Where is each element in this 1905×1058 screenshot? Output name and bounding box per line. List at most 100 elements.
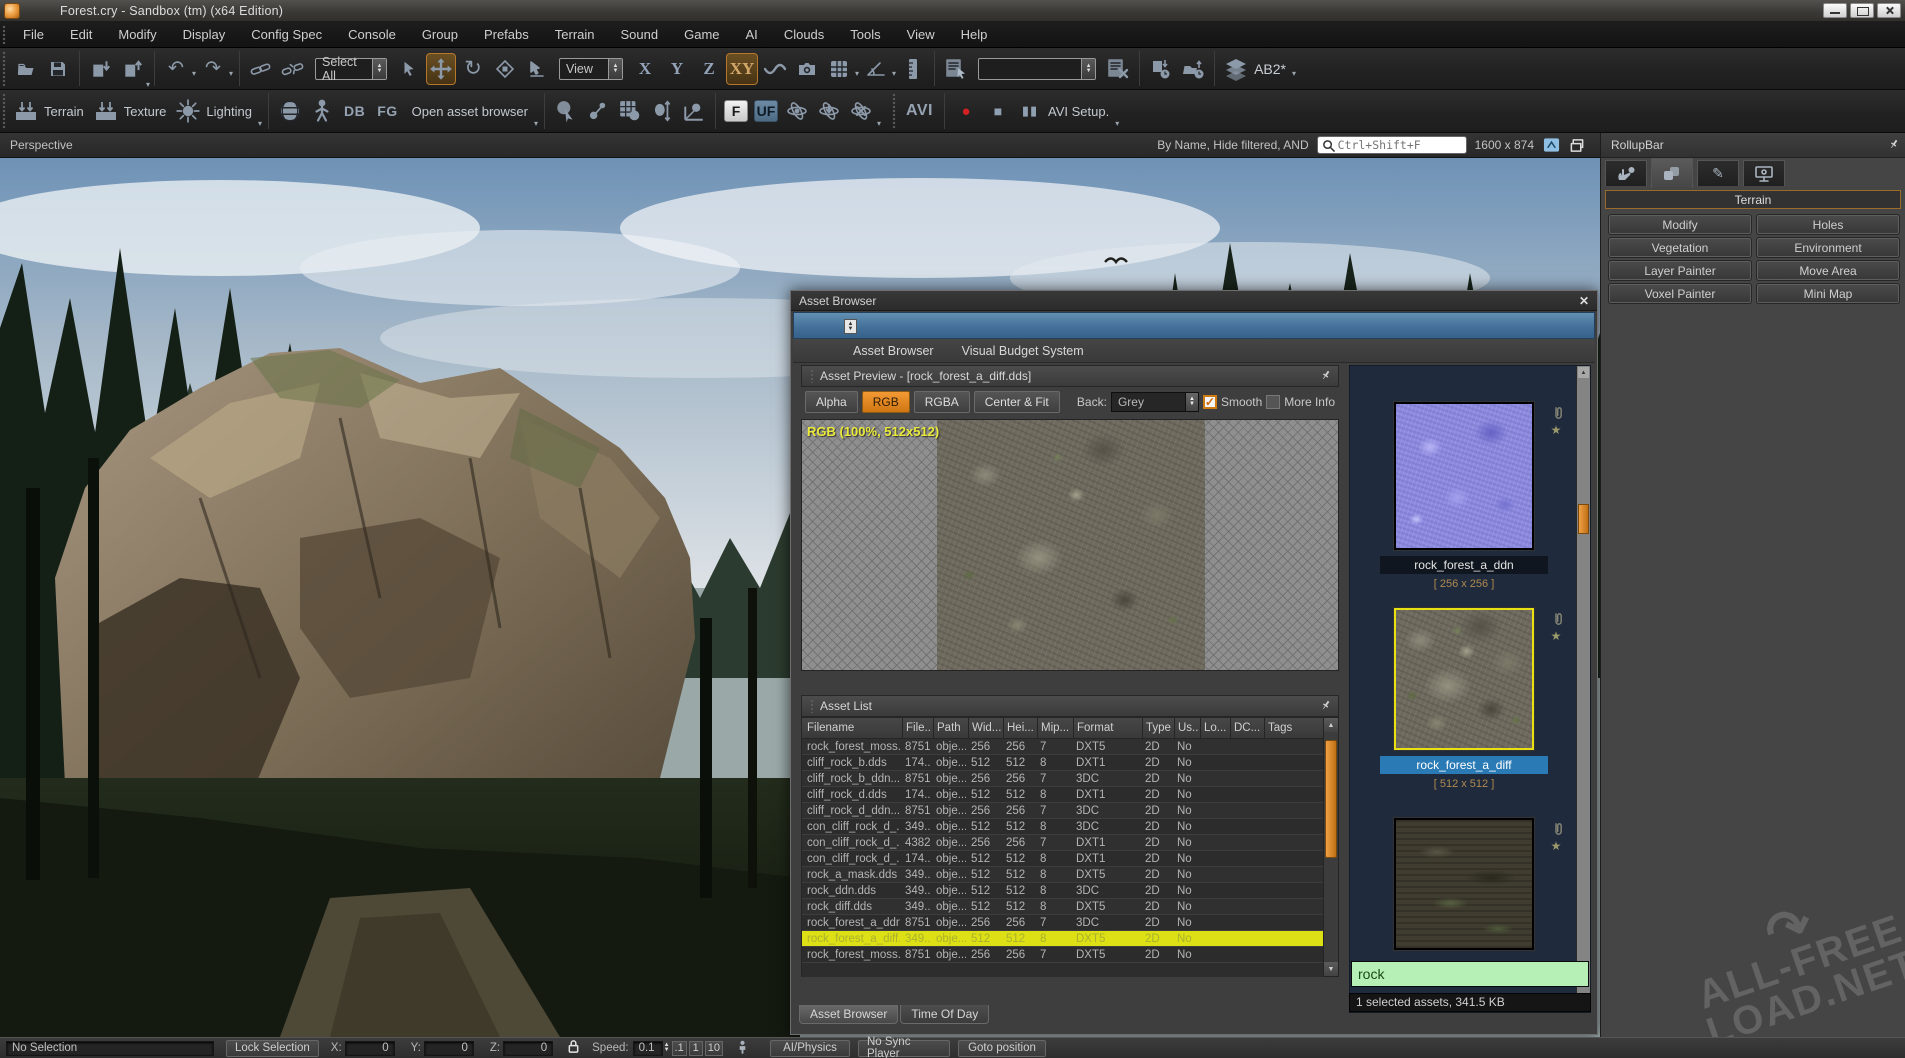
dropdown-caret[interactable]: ▾ xyxy=(1115,119,1119,128)
character-icon[interactable] xyxy=(307,95,337,127)
spinner-icon[interactable]: ▲▼ xyxy=(372,59,386,79)
menu-item[interactable]: Game xyxy=(671,22,732,48)
object-height-icon[interactable] xyxy=(647,95,677,127)
column-width[interactable]: Wid... xyxy=(968,718,1001,738)
favorite-star-icon[interactable]: ★ xyxy=(1551,629,1562,643)
terrain-import-label[interactable]: Terrain xyxy=(44,104,84,119)
alpha-button[interactable]: Alpha xyxy=(805,391,858,413)
save-icon[interactable] xyxy=(43,53,73,85)
flowgraph-button[interactable]: FG xyxy=(377,103,397,119)
rotate-tool-icon[interactable]: ↻ xyxy=(458,53,488,85)
active-layer-label[interactable]: AB2* xyxy=(1254,61,1286,77)
speed-spinner[interactable]: ▲▼ xyxy=(664,1043,670,1053)
import-texture-icon[interactable] xyxy=(91,95,121,127)
quick-save-icon[interactable] xyxy=(1146,53,1176,85)
column-type[interactable]: Type xyxy=(1142,718,1172,738)
scroll-up-icon[interactable]: ▲ xyxy=(1324,718,1338,732)
rgba-button[interactable]: RGBA xyxy=(914,391,970,413)
rollup-button[interactable]: Layer Painter xyxy=(1609,261,1751,280)
dock-tab-time-of-day[interactable]: Time Of Day xyxy=(900,1005,989,1024)
menu-item[interactable]: Sound xyxy=(608,22,672,48)
speed-preset-button[interactable]: .1 xyxy=(672,1041,687,1056)
column-tags[interactable]: Tags xyxy=(1264,718,1320,738)
link-icon[interactable] xyxy=(246,53,276,85)
follow-terrain-icon[interactable] xyxy=(760,53,790,85)
column-dc[interactable]: DC... xyxy=(1230,718,1262,738)
texture-import-label[interactable]: Texture xyxy=(124,104,167,119)
thumbnail-label[interactable]: rock_forest_a_diff xyxy=(1380,756,1548,774)
menu-item[interactable]: Help xyxy=(948,22,1001,48)
object-angle-icon[interactable] xyxy=(679,95,709,127)
tab-display-icon[interactable] xyxy=(1743,160,1785,186)
collapse-toggle-icon[interactable]: ▲▼ xyxy=(844,319,857,334)
thumbnail-label[interactable]: rock_forest_a_ddn xyxy=(1380,556,1548,574)
scrollbar-thumb[interactable] xyxy=(1325,740,1337,858)
dropdown-caret[interactable]: ▾ xyxy=(229,69,233,78)
snap-grid-icon[interactable] xyxy=(824,53,854,85)
snap-angle-icon[interactable] xyxy=(861,53,891,85)
layers-icon[interactable] xyxy=(1221,53,1251,85)
drag-handle[interactable] xyxy=(2,25,6,44)
asset-list-row[interactable]: rock_forest_moss... 87512 obje... 256 25… xyxy=(802,947,1323,963)
named-selection-dropdown[interactable]: ▲▼ xyxy=(978,58,1096,80)
filter-mode-label[interactable]: By Name, Hide filtered, AND xyxy=(1157,138,1308,152)
import-file-icon[interactable] xyxy=(86,53,116,85)
menu-item[interactable]: Tools xyxy=(837,22,893,48)
asset-list-row[interactable]: rock_ddn.dds 349... obje... 512 512 8 3D… xyxy=(802,883,1323,899)
menu-item[interactable]: File xyxy=(10,22,57,48)
tab-terrain-icon[interactable] xyxy=(1651,158,1693,188)
dropdown-caret[interactable]: ▾ xyxy=(192,69,196,78)
ruler-icon[interactable] xyxy=(898,53,928,85)
tab-asset-browser[interactable]: Asset Browser xyxy=(839,344,948,358)
terrain-section-header[interactable]: Terrain xyxy=(1605,190,1901,209)
rollup-button[interactable]: Voxel Painter xyxy=(1609,284,1751,303)
pin-icon[interactable] xyxy=(1320,698,1332,715)
asset-list-row[interactable]: con_cliff_rock_d_... 43824 obje... 256 2… xyxy=(802,835,1323,851)
rollup-button[interactable]: Mini Map xyxy=(1757,284,1899,303)
z-coordinate-field[interactable]: 0 xyxy=(503,1041,553,1056)
close-icon[interactable]: ✕ xyxy=(1579,294,1589,308)
dropdown-caret[interactable]: ▾ xyxy=(892,69,896,78)
thumbnail-rock-forest-a-ddn[interactable] xyxy=(1394,402,1534,550)
rollup-button[interactable]: Modify xyxy=(1609,215,1751,234)
rollupbar-header[interactable]: RollupBar xyxy=(1601,133,1905,158)
environment-globe-icon[interactable] xyxy=(275,95,305,127)
drag-handle[interactable] xyxy=(2,93,6,129)
column-mips[interactable]: Mip... xyxy=(1037,718,1071,738)
column-format[interactable]: Format xyxy=(1073,718,1140,738)
maximize-button[interactable] xyxy=(1850,3,1874,18)
close-button[interactable] xyxy=(1877,3,1901,18)
speed-field[interactable]: 0.1 xyxy=(633,1041,663,1056)
dropdown-caret[interactable]: ▾ xyxy=(1292,69,1296,78)
axis-y-button[interactable]: Y xyxy=(662,53,692,85)
quick-load-icon[interactable] xyxy=(1178,53,1208,85)
spinner-icon[interactable]: ▲▼ xyxy=(608,59,622,79)
undo-icon[interactable]: ↶ xyxy=(161,53,191,85)
freeze-button[interactable]: F xyxy=(724,100,748,122)
stop-icon[interactable]: ■ xyxy=(983,95,1013,127)
lighting-label[interactable]: Lighting xyxy=(206,104,252,119)
resolution-settings-icon[interactable] xyxy=(1542,137,1560,153)
avi-setup-button[interactable]: AVI Setup. xyxy=(1048,104,1109,119)
drag-handle[interactable] xyxy=(892,93,896,129)
menu-item[interactable]: View xyxy=(894,22,948,48)
rollup-button[interactable]: Holes xyxy=(1757,215,1899,234)
snap-camera-icon[interactable] xyxy=(792,53,822,85)
drag-handle[interactable] xyxy=(810,369,814,383)
dropdown-caret[interactable]: ▾ xyxy=(534,119,538,128)
asset-list-row[interactable]: rock_diff.dds 349... obje... 512 512 8 D… xyxy=(802,899,1323,915)
select-object-icon[interactable] xyxy=(551,95,581,127)
drag-handle[interactable] xyxy=(2,51,6,86)
axis-z-button[interactable]: Z xyxy=(694,53,724,85)
axis-x-button[interactable]: X xyxy=(630,53,660,85)
favorite-star-icon[interactable]: ★ xyxy=(1551,423,1562,437)
menu-item[interactable]: Console xyxy=(335,22,409,48)
tab-objects-icon[interactable] xyxy=(1605,160,1647,186)
speed-preset-button[interactable]: 1 xyxy=(689,1041,703,1056)
physics-reset-icon[interactable] xyxy=(782,95,812,127)
column-loaded[interactable]: Lo... xyxy=(1200,718,1228,738)
scale-tool-icon[interactable] xyxy=(490,53,520,85)
select-all-dropdown[interactable]: Select All ▲▼ xyxy=(315,58,387,80)
ai-physics-button[interactable]: AI/Physics xyxy=(770,1040,850,1057)
axis-xy-button[interactable]: XY xyxy=(726,53,758,85)
